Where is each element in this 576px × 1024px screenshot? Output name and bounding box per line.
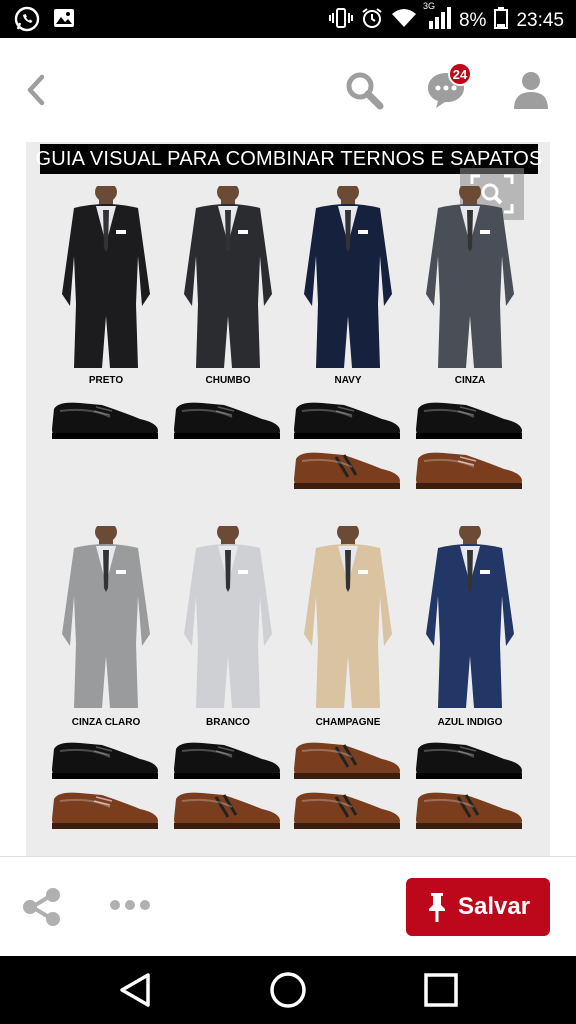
nav-home-button[interactable] <box>268 970 308 1010</box>
brown-monk-shoe <box>294 742 400 779</box>
black-oxford-shoe <box>416 742 522 779</box>
clock: 23:45 <box>516 10 564 31</box>
suit-branco <box>184 526 272 708</box>
pin-icon <box>428 893 445 922</box>
black-oxford-shoe <box>416 402 522 439</box>
suit-label: CINZA <box>454 375 486 386</box>
suit-label: CHAMPAGNE <box>315 717 381 728</box>
back-button[interactable] <box>12 66 60 114</box>
battery-percent: 8% <box>458 10 487 31</box>
brown-monk-shoe <box>294 792 400 829</box>
battery-icon <box>494 7 509 35</box>
suit-cinza-claro <box>62 526 150 708</box>
save-button[interactable]: Salvar <box>406 878 550 936</box>
share-icon <box>23 888 60 926</box>
save-label: Salvar <box>457 893 531 920</box>
black-oxford-shoe <box>174 402 280 439</box>
more-options-button[interactable] <box>108 895 152 920</box>
suit-cinza <box>426 186 514 368</box>
black-oxford-shoe <box>52 742 158 779</box>
nav-recents-button[interactable] <box>421 970 461 1010</box>
more-horizontal-icon <box>110 900 150 910</box>
chevron-left-icon <box>27 74 45 106</box>
pin-action-bar: Salvar <box>0 856 576 956</box>
brown-monk-shoe <box>294 452 400 489</box>
whatsapp-icon <box>14 6 40 37</box>
search-button[interactable] <box>340 66 388 114</box>
app-header: 24 <box>0 38 576 142</box>
black-oxford-shoe <box>294 402 400 439</box>
nav-back-button[interactable] <box>115 970 155 1010</box>
notification-badge: 24 <box>448 62 472 86</box>
suit-navy <box>304 186 392 368</box>
alarm-icon <box>361 7 383 35</box>
system-nav-bar <box>0 956 576 1024</box>
vibrate-icon <box>328 7 353 35</box>
gallery-icon <box>52 6 76 37</box>
suit-label: CHUMBO <box>205 375 251 386</box>
messages-button[interactable]: 24 <box>422 62 472 114</box>
square-recents-icon <box>424 973 458 1007</box>
profile-button[interactable] <box>507 66 555 114</box>
suit-chumbo <box>184 186 272 368</box>
brown-wingtip-shoe <box>416 452 522 489</box>
brown-monk-shoe <box>174 792 280 829</box>
brown-wingtip-shoe <box>52 792 158 829</box>
black-oxford-shoe <box>52 402 158 439</box>
brown-monk-shoe <box>416 792 522 829</box>
signal-icon: 3G <box>423 1 451 35</box>
search-icon <box>346 72 384 110</box>
circle-home-icon <box>270 972 306 1008</box>
user-icon <box>514 72 548 109</box>
wifi-icon <box>391 8 417 34</box>
triangle-back-icon <box>120 973 150 1007</box>
suit-label: AZUL INDIGO <box>437 717 503 728</box>
suit-preto <box>62 186 150 368</box>
suit-azul-indigo <box>426 526 514 708</box>
share-button[interactable] <box>20 887 64 932</box>
pin-image[interactable]: GUIA VISUAL PARA COMBINAR TERNOS E SAPAT… <box>26 142 550 858</box>
status-bar: 3G 8% 23:45 <box>0 0 576 38</box>
suit-label: CINZA CLARO <box>71 717 141 728</box>
suit-label: PRETO <box>88 375 124 386</box>
suit-label: BRANCO <box>206 717 250 728</box>
suit-champagne <box>304 526 392 708</box>
network-type: 3G <box>422 1 435 11</box>
suit-label: NAVY <box>334 375 362 386</box>
black-oxford-shoe <box>174 742 280 779</box>
